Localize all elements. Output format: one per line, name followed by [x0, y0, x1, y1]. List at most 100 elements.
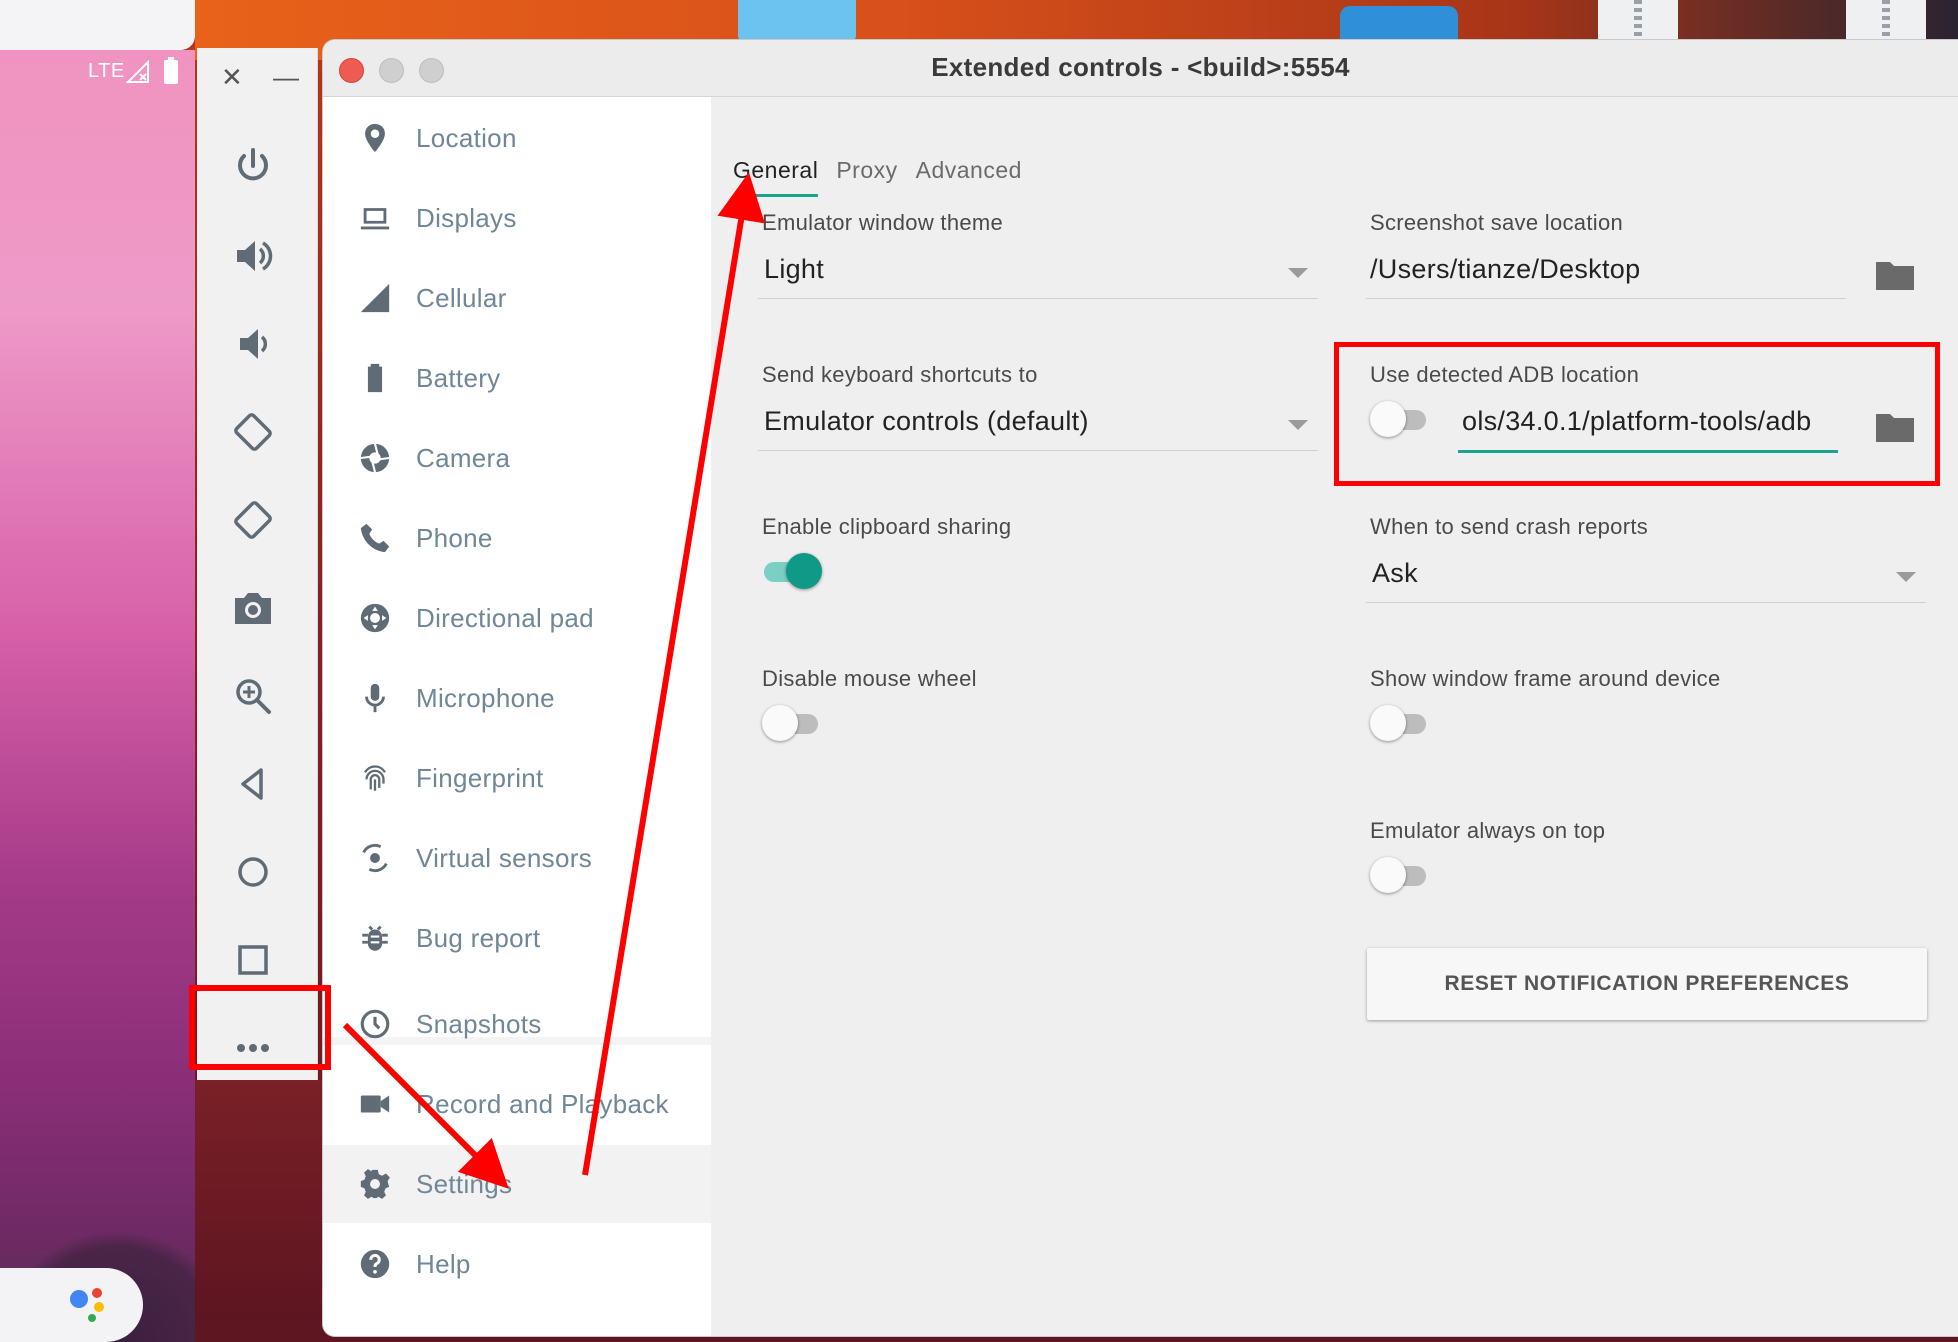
power-icon — [238, 148, 268, 181]
sidebar-item-virtual-sensors[interactable]: Virtual sensors — [323, 819, 711, 897]
gear-icon — [355, 1164, 395, 1204]
window-frame-label: Show window frame around device — [1370, 666, 1721, 691]
sidebar-item-fingerprint[interactable]: Fingerprint — [323, 739, 711, 817]
sidebar-item-camera[interactable]: Camera — [323, 419, 711, 497]
sidebar-item-cellular[interactable]: Cellular — [323, 259, 711, 337]
help-icon — [355, 1244, 395, 1284]
display-icon — [355, 198, 395, 238]
rotate-left-icon — [234, 413, 272, 451]
sidebar-item-bug-report[interactable]: Bug report — [323, 899, 711, 977]
assistant-dot-blue-icon — [70, 1290, 88, 1308]
tab-general[interactable]: General — [733, 157, 819, 197]
back-icon — [241, 768, 263, 800]
crash-reports-select[interactable]: Ask — [1366, 550, 1926, 603]
sidebar-item-label: Fingerprint — [416, 762, 544, 793]
sidebar-item-help[interactable]: Help — [323, 1225, 711, 1303]
virtual-sensors-icon — [355, 838, 395, 878]
desktop-folder-icon[interactable] — [738, 0, 856, 40]
chevron-down-icon — [1288, 420, 1308, 430]
chevron-down-icon — [1288, 268, 1308, 278]
sidebar-item-label: Camera — [416, 442, 511, 473]
home-button[interactable] — [225, 844, 281, 900]
sidebar-item-settings[interactable]: Settings — [323, 1145, 711, 1223]
screenshot-location-label: Screenshot save location — [1370, 210, 1624, 235]
overview-icon — [238, 945, 268, 975]
take-screenshot-button[interactable] — [225, 580, 281, 636]
crash-reports-value: Ask — [1372, 558, 1418, 588]
camera-icon — [235, 593, 271, 624]
tab-proxy[interactable]: Proxy — [836, 157, 897, 197]
screenshot-folder-button[interactable] — [1874, 256, 1916, 292]
zoom-button[interactable] — [225, 668, 281, 724]
sidebar-item-label: Battery — [416, 362, 501, 393]
sidebar-item-battery[interactable]: Battery — [323, 339, 711, 417]
phone-icon — [355, 518, 395, 558]
screenshot-location-value: /Users/tianze/Desktop — [1370, 254, 1641, 284]
mouse-wheel-toggle[interactable] — [762, 705, 822, 741]
minimize-emulator-button[interactable]: — — [273, 62, 299, 93]
close-emulator-button[interactable]: ✕ — [221, 62, 243, 93]
window-frame-toggle[interactable] — [1370, 705, 1430, 741]
sidebar-item-location[interactable]: Location — [323, 99, 711, 177]
sidebar-item-label: Virtual sensors — [416, 842, 592, 873]
always-on-top-label: Emulator always on top — [1370, 818, 1606, 843]
sidebar-item-directional-pad[interactable]: Directional pad — [323, 579, 711, 657]
volume-up-button[interactable] — [225, 228, 281, 284]
status-network-label: LTE — [88, 60, 125, 82]
emulator-toolbar: ✕ — — [197, 48, 318, 1080]
location-pin-icon — [355, 118, 395, 158]
screenshot-location-field[interactable]: /Users/tianze/Desktop — [1366, 246, 1846, 299]
sidebar-item-label: Help — [416, 1248, 471, 1279]
emulator-screen[interactable] — [0, 50, 195, 1342]
phone-frame-top — [0, 0, 195, 50]
signal-icon — [126, 60, 149, 83]
home-icon — [238, 857, 268, 887]
assistant-dot-red-icon — [92, 1288, 102, 1298]
toggle-knob — [1370, 705, 1406, 741]
adb-highlight-box — [1334, 342, 1940, 486]
overview-button[interactable] — [225, 932, 281, 988]
folder-icon — [1876, 262, 1914, 290]
power-button[interactable] — [225, 138, 281, 194]
sidebar-item-displays[interactable]: Displays — [323, 179, 711, 257]
sidebar-item-microphone[interactable]: Microphone — [323, 659, 711, 737]
rotate-right-button[interactable] — [225, 492, 281, 548]
sidebar-item-snapshots[interactable]: Snapshots — [323, 985, 711, 1063]
assistant-dot-yellow-icon — [94, 1302, 104, 1312]
desktop-wallpaper-strip — [195, 1080, 323, 1342]
sidebar-item-phone[interactable]: Phone — [323, 499, 711, 577]
microphone-icon — [355, 678, 395, 718]
fingerprint-icon — [355, 758, 395, 798]
sidebar-item-label: Bug report — [416, 922, 541, 953]
toolbar-window-controls: ✕ — — [197, 62, 317, 92]
sidebar-item-label: Displays — [416, 202, 517, 233]
theme-label: Emulator window theme — [762, 210, 1004, 235]
rotate-right-icon — [234, 501, 272, 539]
desktop-zip-file-icon[interactable] — [1846, 0, 1926, 44]
sidebar-item-label: Snapshots — [416, 1008, 542, 1039]
dpad-icon — [355, 598, 395, 638]
rotate-left-button[interactable] — [225, 404, 281, 460]
volume-down-icon — [240, 329, 268, 359]
toggle-knob — [786, 553, 822, 589]
mouse-wheel-label: Disable mouse wheel — [762, 666, 977, 691]
volume-down-button[interactable] — [225, 316, 281, 372]
sidebar-item-label: Settings — [416, 1168, 513, 1199]
sidebar-item-label: Record and Playback — [416, 1088, 669, 1119]
assistant-button[interactable] — [0, 1268, 143, 1342]
clipboard-toggle[interactable] — [760, 553, 822, 589]
back-button[interactable] — [225, 756, 281, 812]
theme-value: Light — [764, 254, 825, 284]
toggle-knob — [1370, 857, 1406, 893]
reset-notification-preferences-button[interactable]: RESET NOTIFICATION PREFERENCES — [1367, 948, 1927, 1020]
desktop-zip-file-icon[interactable] — [1598, 0, 1678, 44]
assistant-dot-green-icon — [88, 1314, 96, 1322]
tab-advanced[interactable]: Advanced — [916, 157, 1022, 197]
sidebar-item-record-and-playback[interactable]: Record and Playback — [323, 1065, 711, 1143]
camera-aperture-icon — [355, 438, 395, 478]
always-on-top-toggle[interactable] — [1370, 857, 1430, 893]
theme-select[interactable]: Light — [758, 246, 1318, 299]
sidebar-item-label: Microphone — [416, 682, 555, 713]
shortcuts-select[interactable]: Emulator controls (default) — [758, 398, 1318, 451]
toggle-knob — [762, 705, 798, 741]
